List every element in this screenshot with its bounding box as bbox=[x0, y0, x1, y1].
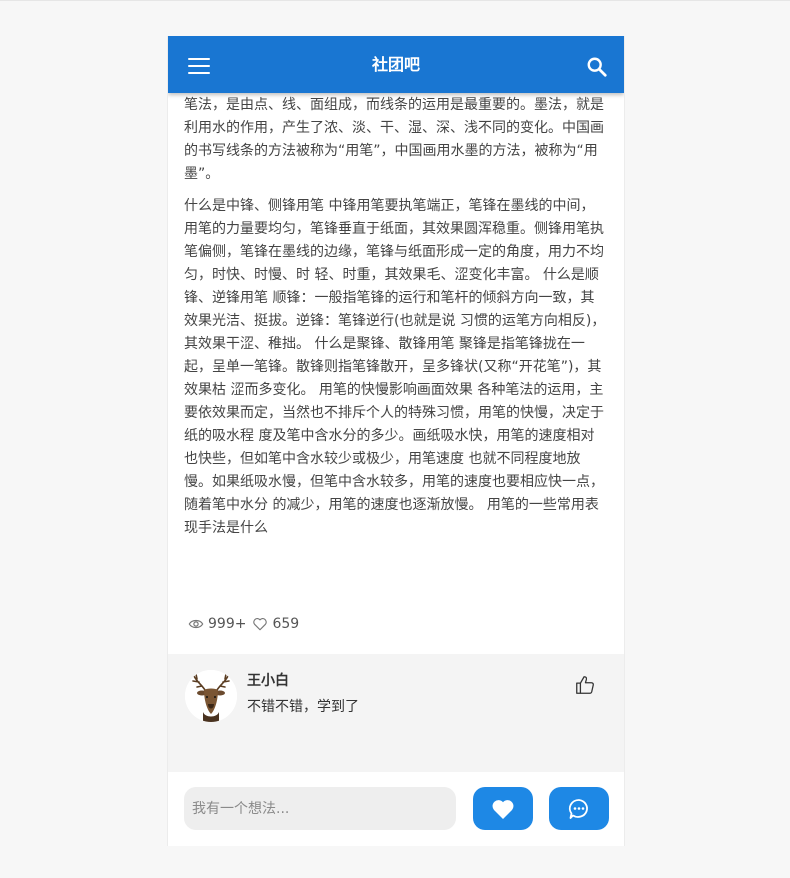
article-paragraph: 什么是中锋、侧锋用笔 中锋用笔要执笔端正，笔锋在墨线的中间，用笔的力量要均匀，笔… bbox=[184, 198, 606, 536]
comment-button[interactable] bbox=[549, 787, 609, 830]
heart-icon bbox=[492, 799, 514, 819]
deer-avatar bbox=[185, 670, 237, 722]
top-divider bbox=[0, 0, 790, 1]
comment-text: 不错不错，学到了 bbox=[247, 699, 359, 715]
comment-section: 王小白 不错不错，学到了 bbox=[168, 654, 624, 772]
chat-bubble-icon bbox=[568, 798, 588, 819]
comment-input[interactable] bbox=[184, 787, 456, 830]
article-body: 笔法，是由点、线、面组成，而线条的运用是最重要的。墨法，就是利用水的作用，产生了… bbox=[184, 94, 608, 540]
heart-outline-icon[interactable] bbox=[252, 617, 268, 631]
eye-icon bbox=[188, 619, 204, 629]
article-stats: 999+ 659 bbox=[188, 616, 305, 632]
article-paragraph: 笔法，是由点、线、面组成，而线条的运用是最重要的。墨法，就是利用水的作用，产生了… bbox=[184, 97, 604, 182]
page-title: 社团吧 bbox=[371, 55, 420, 74]
bottom-bar bbox=[168, 772, 624, 846]
comment-author: 王小白 bbox=[247, 673, 289, 689]
app-bar: 社团吧 bbox=[168, 36, 624, 93]
like-button[interactable] bbox=[473, 787, 533, 830]
app-screen: 社团吧 笔法，是由点、线、面组成，而线条的运用是最重要的。墨法，就是利用水的作用… bbox=[167, 36, 625, 846]
search-icon[interactable] bbox=[586, 56, 608, 78]
like-count: 659 bbox=[272, 616, 300, 632]
thumbs-up-icon[interactable] bbox=[574, 674, 596, 696]
avatar[interactable] bbox=[185, 670, 237, 722]
view-count: 999+ bbox=[208, 616, 247, 632]
